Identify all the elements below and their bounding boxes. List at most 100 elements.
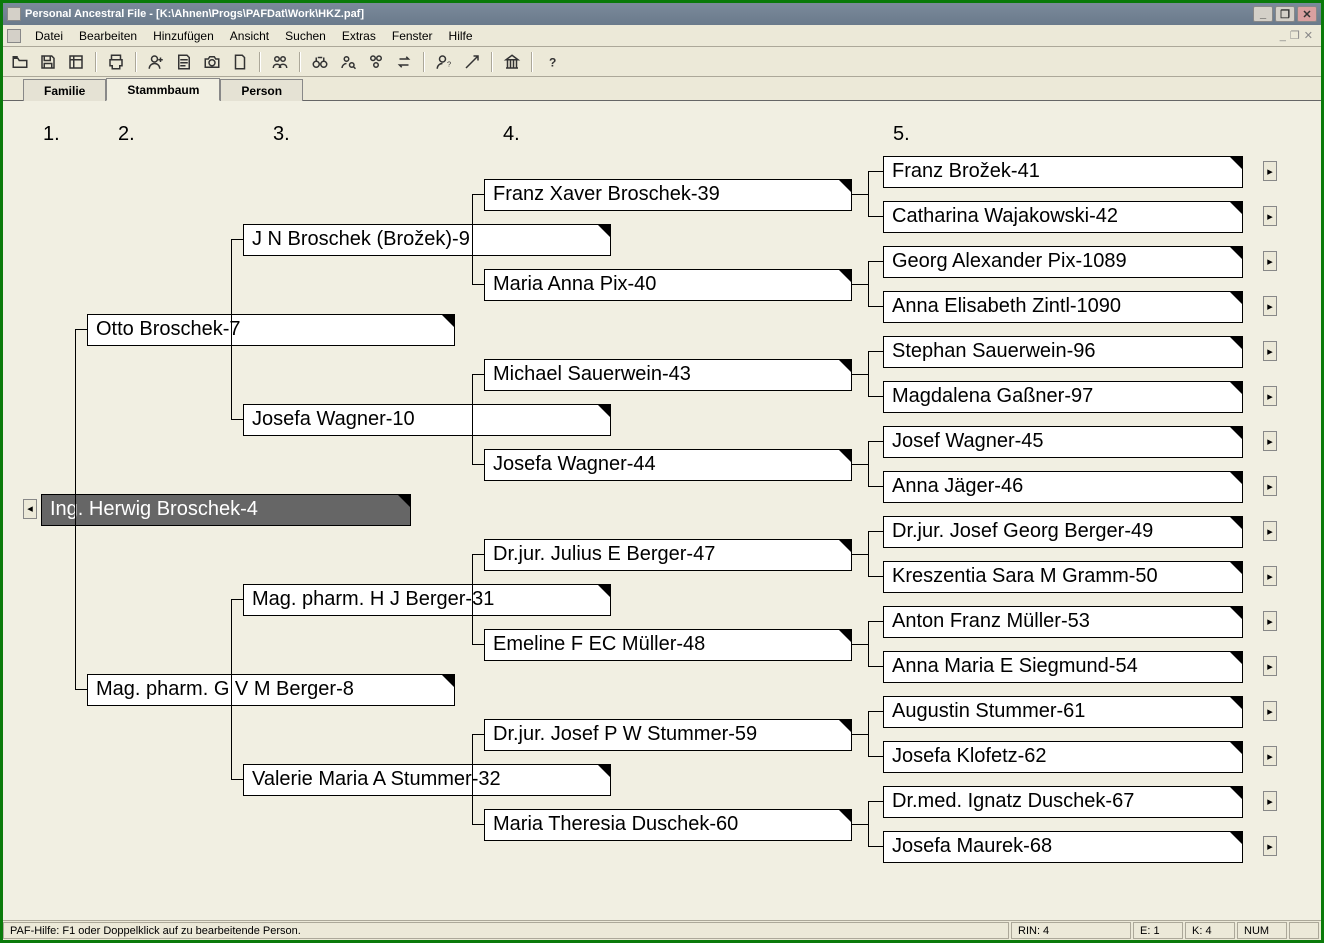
person-box-root[interactable]: Ing. Herwig Broschek-4: [41, 494, 411, 526]
close-button[interactable]: ✕: [1297, 6, 1317, 22]
expand-button-4[interactable]: ▸: [1263, 341, 1277, 361]
person-box-g5-9[interactable]: Kreszentia Sara M Gramm-50: [883, 561, 1243, 593]
person-box-g4-5[interactable]: Emeline F EC Müller-48: [484, 629, 852, 661]
person-box-g5-12[interactable]: Augustin Stummer-61: [883, 696, 1243, 728]
root-back-button[interactable]: ◂: [23, 499, 37, 519]
temple-icon[interactable]: [501, 51, 523, 73]
person-box-g4-2[interactable]: Michael Sauerwein-43: [484, 359, 852, 391]
person-box-g5-2[interactable]: Georg Alexander Pix-1089: [883, 246, 1243, 278]
menu-datei[interactable]: Datei: [27, 27, 71, 45]
generation-label: 3.: [273, 123, 290, 146]
document-icon[interactable]: [229, 51, 251, 73]
person-box-g4-1[interactable]: Maria Anna Pix-40: [484, 269, 852, 301]
person-question-icon[interactable]: ?: [433, 51, 455, 73]
expand-button-12[interactable]: ▸: [1263, 701, 1277, 721]
person-box-g4-4[interactable]: Dr.jur. Julius E Berger-47: [484, 539, 852, 571]
status-num: NUM: [1237, 922, 1287, 939]
help-icon[interactable]: ?: [541, 51, 563, 73]
svg-text:?: ?: [549, 55, 556, 69]
status-k: K: 4: [1185, 922, 1235, 939]
person-box-g2-0[interactable]: Otto Broschek-7: [87, 314, 455, 346]
person-box-g5-15[interactable]: Josefa Maurek-68: [883, 831, 1243, 863]
edit-icon[interactable]: [65, 51, 87, 73]
group-icon[interactable]: [365, 51, 387, 73]
binoculars-icon[interactable]: [309, 51, 331, 73]
status-empty: [1289, 922, 1319, 939]
expand-button-6[interactable]: ▸: [1263, 431, 1277, 451]
expand-button-7[interactable]: ▸: [1263, 476, 1277, 496]
person-box-g5-7[interactable]: Anna Jäger-46: [883, 471, 1243, 503]
person-box-g5-5[interactable]: Magdalena Gaßner-97: [883, 381, 1243, 413]
two-people-icon[interactable]: [269, 51, 291, 73]
person-box-g5-0[interactable]: Franz Brožek-41: [883, 156, 1243, 188]
person-box-g4-6[interactable]: Dr.jur. Josef P W Stummer-59: [484, 719, 852, 751]
titlebar: Personal Ancestral File - [K:\Ahnen\Prog…: [3, 3, 1321, 25]
menu-extras[interactable]: Extras: [334, 27, 384, 45]
expand-button-8[interactable]: ▸: [1263, 521, 1277, 541]
mdi-close-button[interactable]: ✕: [1304, 29, 1313, 42]
generation-label: 1.: [43, 123, 60, 146]
person-box-g5-11[interactable]: Anna Maria E Siegmund-54: [883, 651, 1243, 683]
print-icon[interactable]: [105, 51, 127, 73]
expand-button-15[interactable]: ▸: [1263, 836, 1277, 856]
person-box-g5-1[interactable]: Catharina Wajakowski-42: [883, 201, 1243, 233]
person-box-g5-13[interactable]: Josefa Klofetz-62: [883, 741, 1243, 773]
menu-suchen[interactable]: Suchen: [277, 27, 334, 45]
mdi-minimize-button[interactable]: _: [1280, 30, 1286, 42]
status-e: E: 1: [1133, 922, 1183, 939]
expand-button-1[interactable]: ▸: [1263, 206, 1277, 226]
expand-button-0[interactable]: ▸: [1263, 161, 1277, 181]
status-help: PAF-Hilfe: F1 oder Doppelklick auf zu be…: [3, 922, 1009, 939]
app-icon: [7, 7, 21, 21]
open-icon[interactable]: [9, 51, 31, 73]
person-box-g5-10[interactable]: Anton Franz Müller-53: [883, 606, 1243, 638]
menubar: Datei Bearbeiten Hinzufügen Ansicht Such…: [3, 25, 1321, 47]
person-box-g5-3[interactable]: Anna Elisabeth Zintl-1090: [883, 291, 1243, 323]
minimize-button[interactable]: _: [1253, 6, 1273, 22]
person-box-g5-14[interactable]: Dr.med. Ignatz Duschek-67: [883, 786, 1243, 818]
camera-icon[interactable]: [201, 51, 223, 73]
maximize-button[interactable]: ❐: [1275, 6, 1295, 22]
person-add-icon[interactable]: [145, 51, 167, 73]
tab-familie[interactable]: Familie: [23, 79, 106, 101]
expand-button-14[interactable]: ▸: [1263, 791, 1277, 811]
person-box-g5-8[interactable]: Dr.jur. Josef Georg Berger-49: [883, 516, 1243, 548]
expand-button-2[interactable]: ▸: [1263, 251, 1277, 271]
mdi-restore-button[interactable]: ❐: [1290, 29, 1300, 42]
expand-button-11[interactable]: ▸: [1263, 656, 1277, 676]
person-box-g4-3[interactable]: Josefa Wagner-44: [484, 449, 852, 481]
person-box-g3-1[interactable]: Josefa Wagner-10: [243, 404, 611, 436]
expand-button-3[interactable]: ▸: [1263, 296, 1277, 316]
generation-label: 4.: [503, 123, 520, 146]
tab-person[interactable]: Person: [220, 79, 303, 101]
tab-stammbaum[interactable]: Stammbaum: [106, 78, 220, 101]
generation-label: 5.: [893, 123, 910, 146]
svg-text:?: ?: [447, 59, 451, 68]
note-icon[interactable]: [173, 51, 195, 73]
menu-ansicht[interactable]: Ansicht: [222, 27, 277, 45]
expand-button-9[interactable]: ▸: [1263, 566, 1277, 586]
search-person-icon[interactable]: [337, 51, 359, 73]
save-icon[interactable]: [37, 51, 59, 73]
arrow-icon[interactable]: [461, 51, 483, 73]
menu-fenster[interactable]: Fenster: [384, 27, 441, 45]
generation-label: 2.: [118, 123, 135, 146]
person-box-g5-4[interactable]: Stephan Sauerwein-96: [883, 336, 1243, 368]
expand-button-5[interactable]: ▸: [1263, 386, 1277, 406]
expand-button-13[interactable]: ▸: [1263, 746, 1277, 766]
toolbar: ? ?: [3, 47, 1321, 77]
person-box-g4-7[interactable]: Maria Theresia Duschek-60: [484, 809, 852, 841]
person-box-g3-0[interactable]: J N Broschek (Brožek)-9: [243, 224, 611, 256]
menu-hinzufuegen[interactable]: Hinzufügen: [145, 27, 222, 45]
expand-button-10[interactable]: ▸: [1263, 611, 1277, 631]
person-box-g4-0[interactable]: Franz Xaver Broschek-39: [484, 179, 852, 211]
statusbar: PAF-Hilfe: F1 oder Doppelklick auf zu be…: [3, 920, 1321, 940]
menu-hilfe[interactable]: Hilfe: [441, 27, 481, 45]
exchange-icon[interactable]: [393, 51, 415, 73]
menu-bearbeiten[interactable]: Bearbeiten: [71, 27, 145, 45]
tab-row: Familie Stammbaum Person: [3, 77, 1321, 101]
person-box-g3-2[interactable]: Mag. pharm. H J Berger-31: [243, 584, 611, 616]
person-box-g5-6[interactable]: Josef Wagner-45: [883, 426, 1243, 458]
person-box-g3-3[interactable]: Valerie Maria A Stummer-32: [243, 764, 611, 796]
person-box-g2-1[interactable]: Mag. pharm. G V M Berger-8: [87, 674, 455, 706]
